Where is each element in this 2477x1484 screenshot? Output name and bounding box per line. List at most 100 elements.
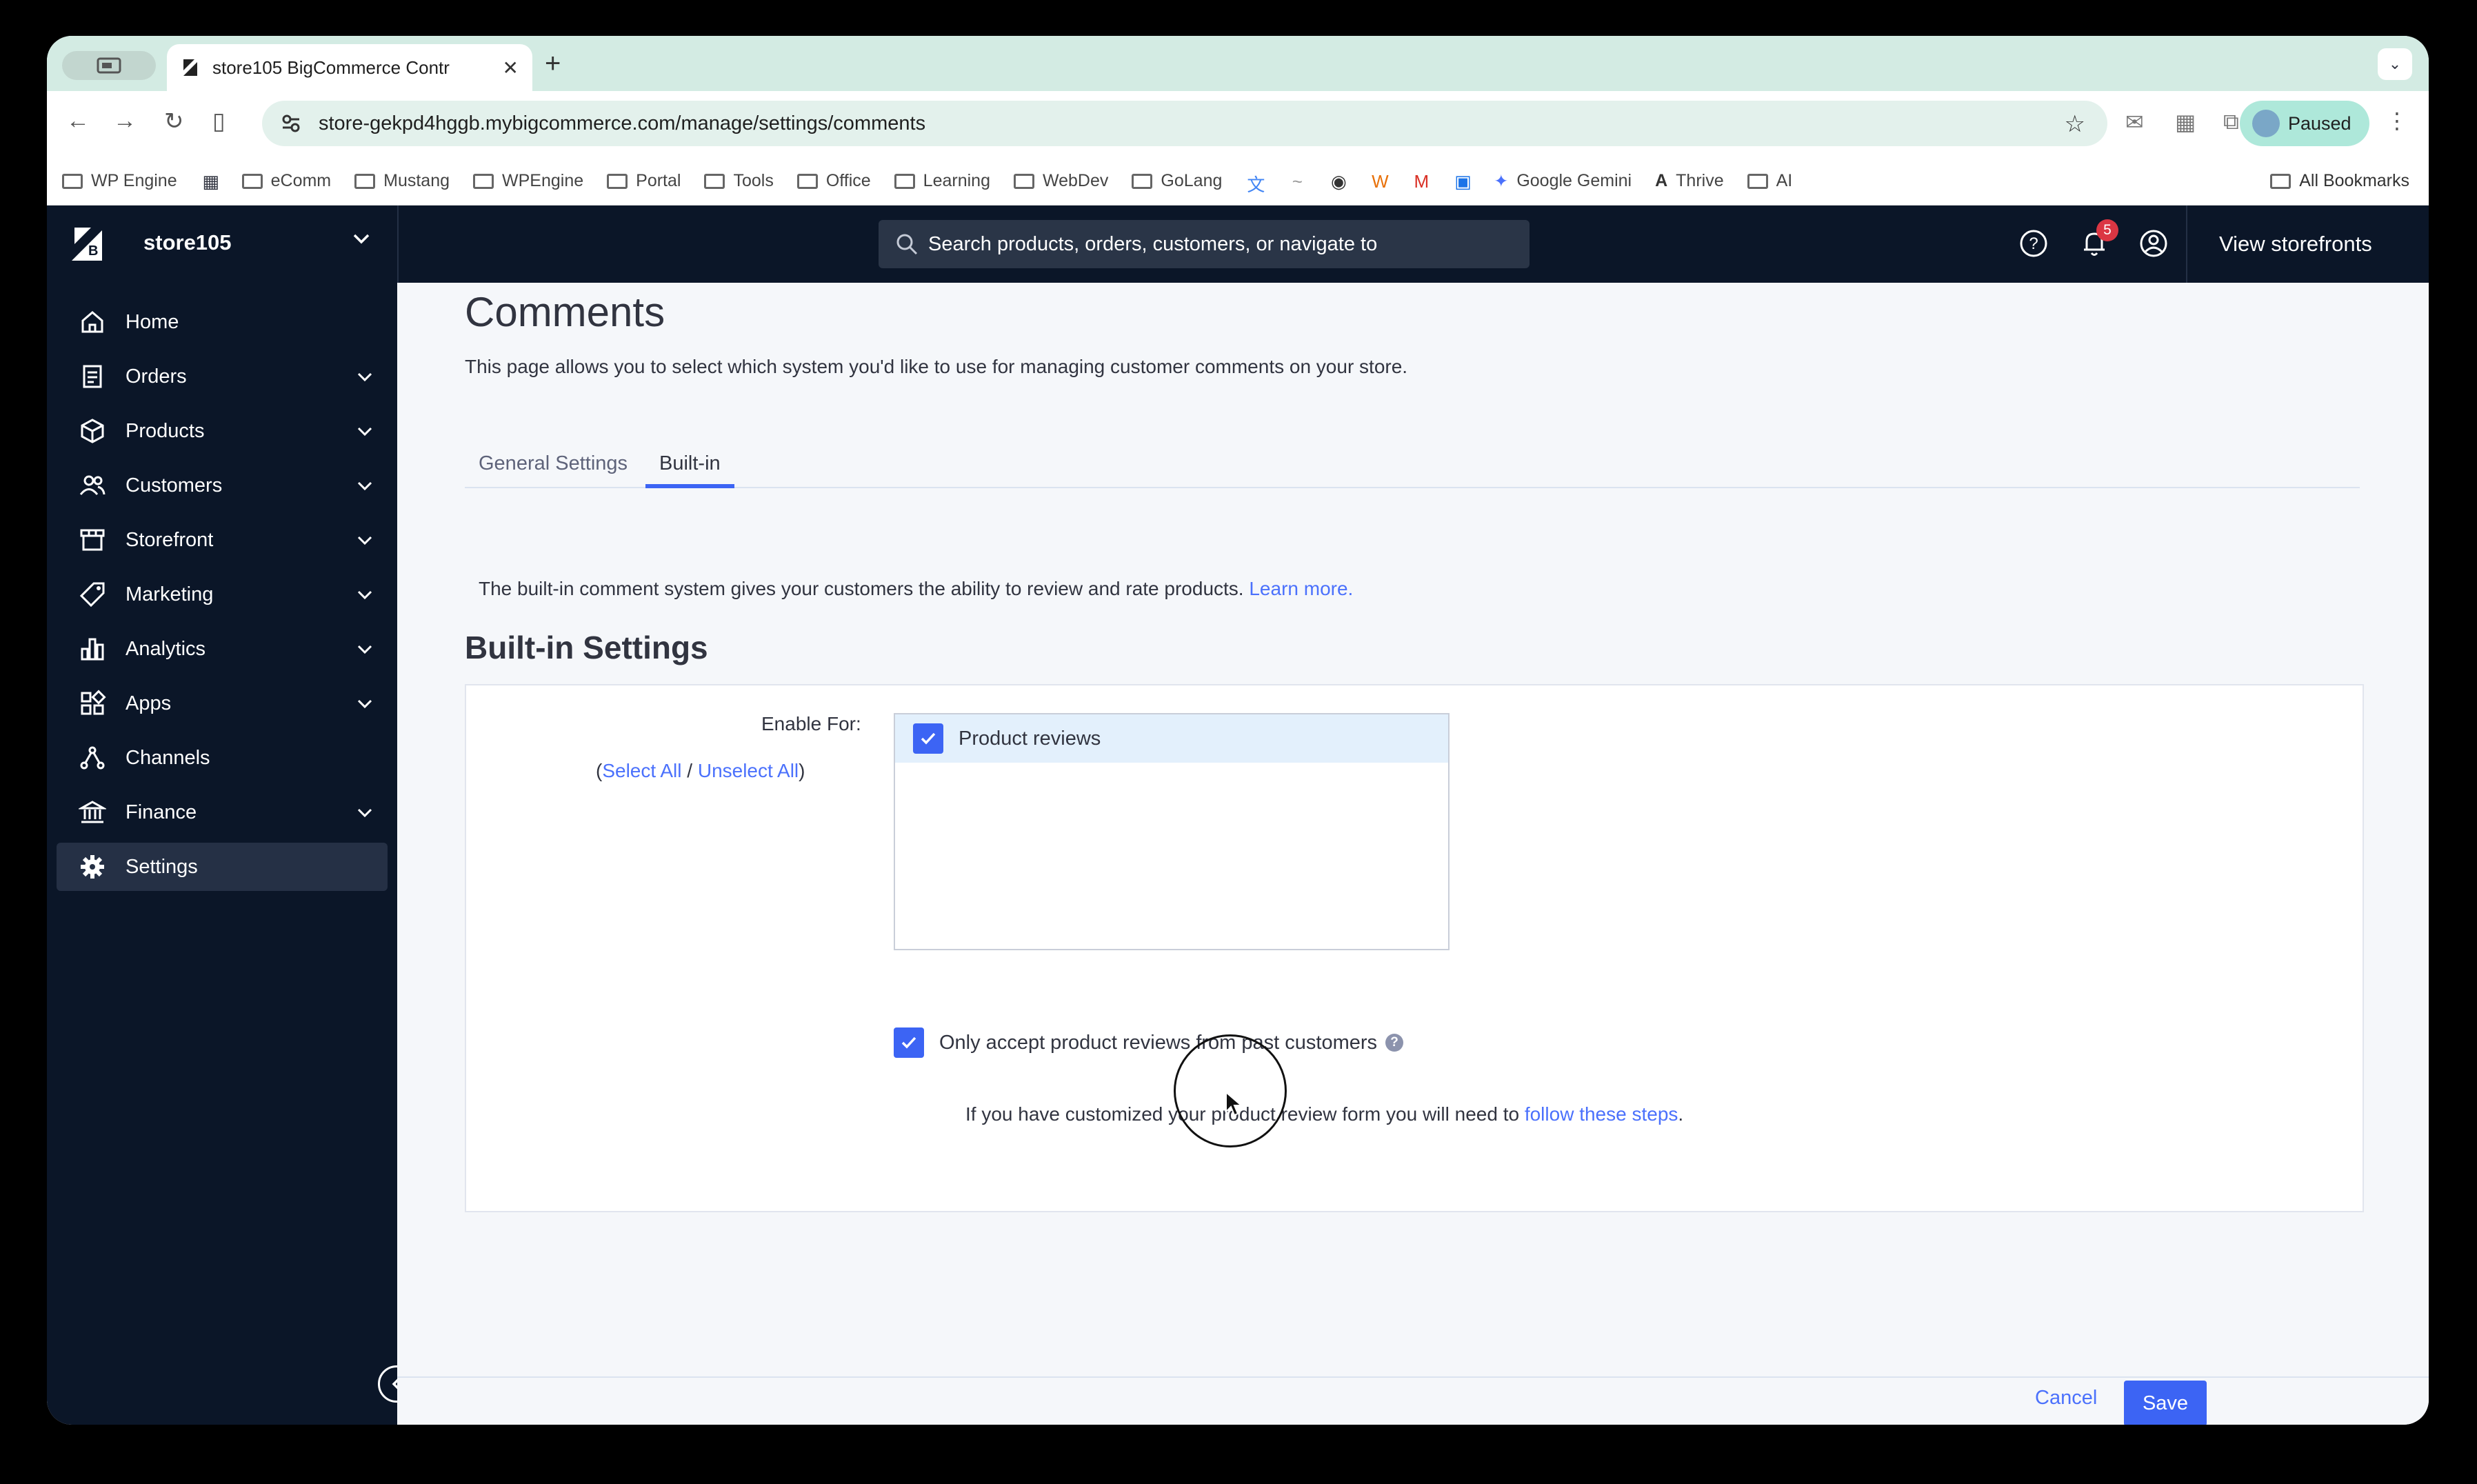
select-all-link[interactable]: Select All <box>602 760 681 781</box>
sidebar-item-label: Settings <box>126 855 198 878</box>
browser-tab-active[interactable]: store105 BigCommerce Contr ✕ <box>167 44 532 91</box>
all-bookmarks[interactable]: All Bookmarks <box>2270 171 2409 191</box>
bookmark-thrive[interactable]: A Thrive <box>1655 171 1724 191</box>
unselect-all-link[interactable]: Unselect All <box>698 760 799 781</box>
tab-search-chevron-icon[interactable]: ⌄ <box>2378 48 2412 80</box>
extension-tool-icon[interactable]: ▦ <box>2175 109 2196 135</box>
store-name[interactable]: store105 <box>143 230 232 255</box>
header-divider <box>397 205 399 283</box>
sidebar-item-marketing[interactable]: Marketing <box>57 570 388 619</box>
extensions-puzzle-icon[interactable]: ⧉ <box>2223 109 2239 135</box>
site-settings-icon[interactable] <box>280 112 302 134</box>
product-reviews-checkbox[interactable] <box>913 723 943 754</box>
only-past-customers-checkbox[interactable] <box>894 1027 924 1058</box>
bookmark-w-icon[interactable]: W <box>1370 171 1390 192</box>
tab-close-icon[interactable]: ✕ <box>503 57 519 79</box>
tag-icon <box>79 582 105 608</box>
calendar-icon[interactable]: ▣ <box>1452 171 1473 192</box>
sidebar-item-label: Finance <box>126 801 197 823</box>
sidebar-item-home[interactable]: Home <box>57 298 388 346</box>
apps-icon <box>81 690 106 715</box>
profile-button[interactable]: Paused <box>2240 101 2369 146</box>
gear-icon <box>81 855 104 879</box>
tab-general-settings[interactable]: General Settings <box>465 452 641 488</box>
reload-icon[interactable]: ↻ <box>164 108 184 135</box>
gmail-icon[interactable]: M <box>1411 171 1432 192</box>
account-icon[interactable] <box>2138 228 2169 259</box>
check-icon <box>921 732 936 745</box>
bookmark-office[interactable]: Office <box>796 171 871 191</box>
sidebar-item-products[interactable]: Products <box>57 407 388 455</box>
sidebar-item-channels[interactable]: Channels <box>57 734 388 782</box>
header-divider <box>2186 205 2187 283</box>
sidebar-item-customers[interactable]: Customers <box>57 461 388 510</box>
bookmark-learning[interactable]: Learning <box>894 171 990 191</box>
folder-icon <box>607 173 628 189</box>
sidebar-item-label: Products <box>126 419 205 442</box>
chevron-down-icon <box>357 372 372 382</box>
bookmark-golang[interactable]: GoLang <box>1132 171 1222 191</box>
tab-group-pill[interactable] <box>62 51 156 80</box>
new-tab-icon[interactable]: + <box>545 48 561 79</box>
bookmark-portal[interactable]: Portal <box>607 171 681 191</box>
address-bar[interactable]: store-gekpd4hggb.mybigcommerce.com/manag… <box>262 101 2107 146</box>
bookmarks-bar: WP Engine ▦ eComm Mustang WPEngine Porta… <box>47 157 2429 205</box>
bookmark-google-gemini[interactable]: ✦ Google Gemini <box>1494 171 1632 192</box>
list-item-product-reviews[interactable]: Product reviews <box>895 714 1448 763</box>
chevron-down-icon <box>357 481 372 491</box>
select-links: (Select All / Unselect All) <box>596 760 805 781</box>
chevron-down-icon <box>357 645 372 654</box>
bookmark-wp-engine[interactable]: WP Engine <box>62 171 177 191</box>
follow-these-steps-link[interactable]: follow these steps <box>1525 1103 1678 1125</box>
forward-icon[interactable]: → <box>113 108 137 134</box>
apps-grid-icon[interactable]: ▦ <box>201 171 221 192</box>
split-view-icon[interactable]: ▯ <box>212 108 225 135</box>
bookmark-ai[interactable]: AI <box>1747 171 1792 191</box>
bookmark-ecomm[interactable]: eComm <box>241 171 331 191</box>
question-help-icon[interactable]: ? <box>1385 1034 1404 1052</box>
bookmark-star-icon[interactable]: ☆ <box>2065 110 2085 138</box>
bookmark-circle-icon[interactable]: ◉ <box>1328 171 1349 192</box>
thrive-icon: A <box>1655 171 1668 190</box>
folder-icon <box>2270 173 2292 189</box>
bank-icon <box>79 801 106 823</box>
learn-more-link[interactable]: Learn more. <box>1249 578 1353 599</box>
sidebar-item-apps[interactable]: Apps <box>57 679 388 728</box>
only-past-customers-option: Only accept product reviews from past cu… <box>894 1027 1404 1058</box>
store-chevron-down-icon[interactable] <box>349 226 374 251</box>
cancel-button[interactable]: Cancel <box>2035 1387 2097 1410</box>
tab-group-icon <box>97 57 121 74</box>
channels-icon <box>80 746 105 770</box>
sidebar-item-storefront[interactable]: Storefront <box>57 516 388 564</box>
home-icon <box>81 311 103 333</box>
folder-icon <box>1132 173 1153 189</box>
tab-built-in[interactable]: Built-in <box>645 452 734 488</box>
main-content: Comments This page allows you to select … <box>397 283 2429 1425</box>
view-storefronts-button[interactable]: View storefronts <box>2219 232 2372 257</box>
sidebar-item-analytics[interactable]: Analytics <box>57 625 388 673</box>
enable-for-listbox[interactable]: Product reviews <box>894 713 1450 950</box>
tab-title: store105 BigCommerce Contr <box>212 57 450 78</box>
bookmark-webdev[interactable]: WebDev <box>1013 171 1108 191</box>
bookmark-swoosh-icon[interactable]: ~ <box>1287 171 1307 192</box>
bookmark-tools[interactable]: Tools <box>704 171 774 191</box>
translate-icon[interactable]: 文 <box>1245 171 1266 195</box>
enable-for-label: Enable For: <box>761 713 861 734</box>
sidebar-item-finance[interactable]: Finance <box>57 788 388 836</box>
extension-mail-icon[interactable]: ✉ <box>2125 109 2144 135</box>
sidebar-item-label: Marketing <box>126 583 214 605</box>
global-search-input[interactable]: Search products, orders, customers, or n… <box>879 220 1530 268</box>
folder-icon <box>796 173 818 189</box>
back-icon[interactable]: ← <box>66 108 90 134</box>
bookmark-wpengine[interactable]: WPEngine <box>473 171 583 191</box>
help-icon[interactable]: ? <box>2018 228 2049 259</box>
customers-icon <box>79 475 106 495</box>
sidebar-item-settings[interactable]: Settings <box>57 843 388 891</box>
bigcommerce-logo-icon[interactable]: B <box>68 225 106 263</box>
storefront-icon <box>80 529 105 551</box>
built-in-settings-panel: Enable For: (Select All / Unselect All) … <box>465 684 2364 1212</box>
sidebar-item-orders[interactable]: Orders <box>57 352 388 401</box>
browser-menu-icon[interactable]: ⋮ <box>2386 108 2408 134</box>
save-button[interactable]: Save <box>2124 1381 2207 1425</box>
bookmark-mustang[interactable]: Mustang <box>354 171 450 191</box>
